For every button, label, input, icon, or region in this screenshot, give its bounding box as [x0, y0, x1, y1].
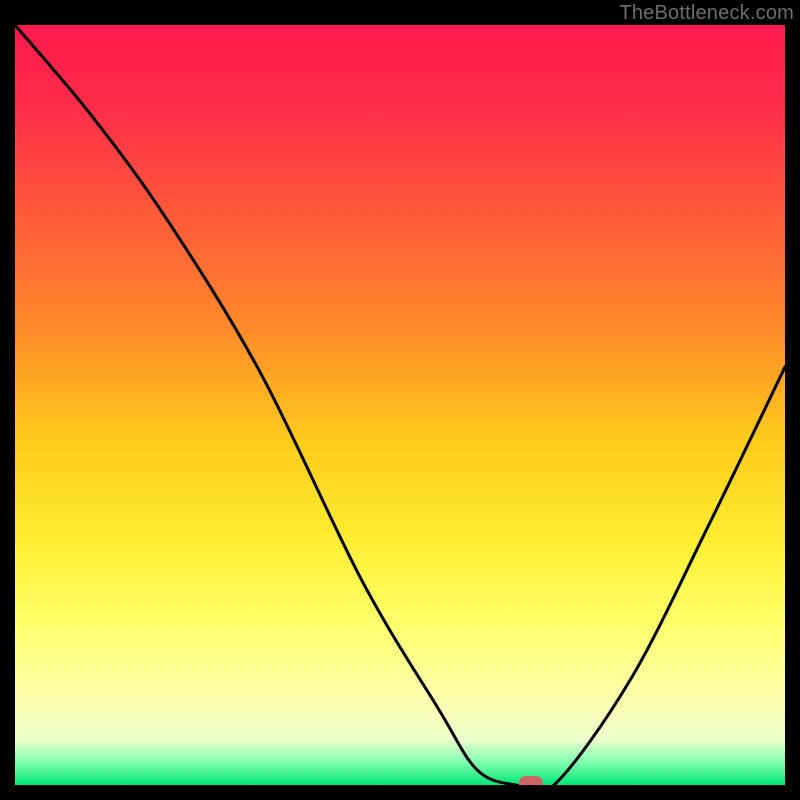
optimum-marker [519, 776, 543, 785]
plot-area [15, 25, 785, 785]
chart-frame: TheBottleneck.com [0, 0, 800, 800]
watermark-label: TheBottleneck.com [619, 2, 794, 25]
bottleneck-curve [15, 25, 785, 785]
